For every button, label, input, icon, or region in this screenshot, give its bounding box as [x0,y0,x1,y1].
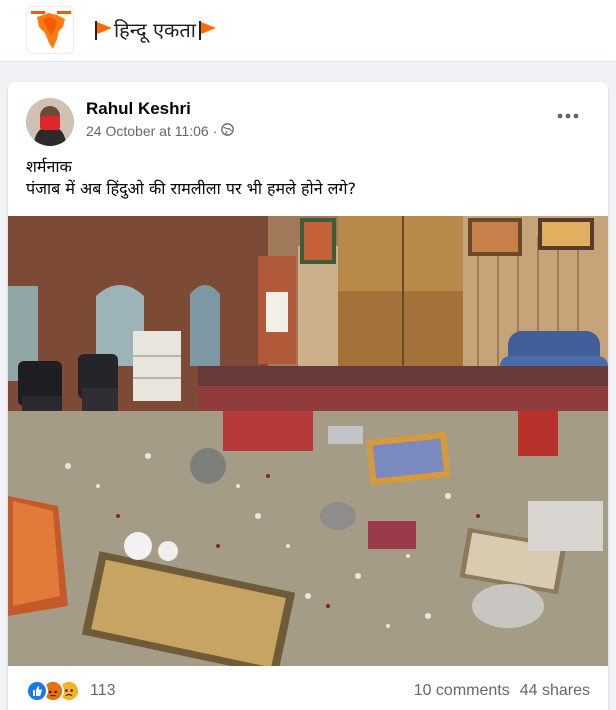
shares-count-link[interactable]: 44 shares [520,682,590,700]
post-text: शर्मनाक पंजाब में अब हिंदुओ की रामलीला प… [26,156,596,200]
post-card: Rahul Keshri 24 October at 11:06 · शर्मन… [8,82,608,710]
avatar[interactable] [26,98,74,146]
post-text-line: शर्मनाक [26,157,72,176]
engagement-stats: 10 comments 44 shares [414,682,590,700]
globe-icon[interactable] [221,123,235,139]
post-timestamp[interactable]: 24 October at 11:06 [86,123,209,139]
post-meta: 24 October at 11:06 · [86,123,235,139]
meta-separator: · [212,123,218,139]
saffron-flag-icon [92,19,114,41]
group-name-text: हिन्दू एकता [114,18,196,42]
saffron-flag-icon [196,19,218,41]
comments-count-link[interactable]: 10 comments [414,682,510,700]
post-text-line: पंजाब में अब हिंदुओ की रामलीला पर भी हमल… [26,179,357,198]
more-options-icon[interactable] [550,108,586,128]
author-name[interactable]: Rahul Keshri [86,99,191,119]
map-of-india-logo[interactable] [26,6,74,54]
group-header: हिन्दू एकता [0,0,616,62]
vandalized-hall-photo[interactable] [8,216,608,666]
reaction-summary[interactable]: 113 [26,680,116,702]
reaction-count: 113 [90,682,116,699]
like-icon [26,680,48,702]
group-name[interactable]: हिन्दू एकता [92,16,218,43]
